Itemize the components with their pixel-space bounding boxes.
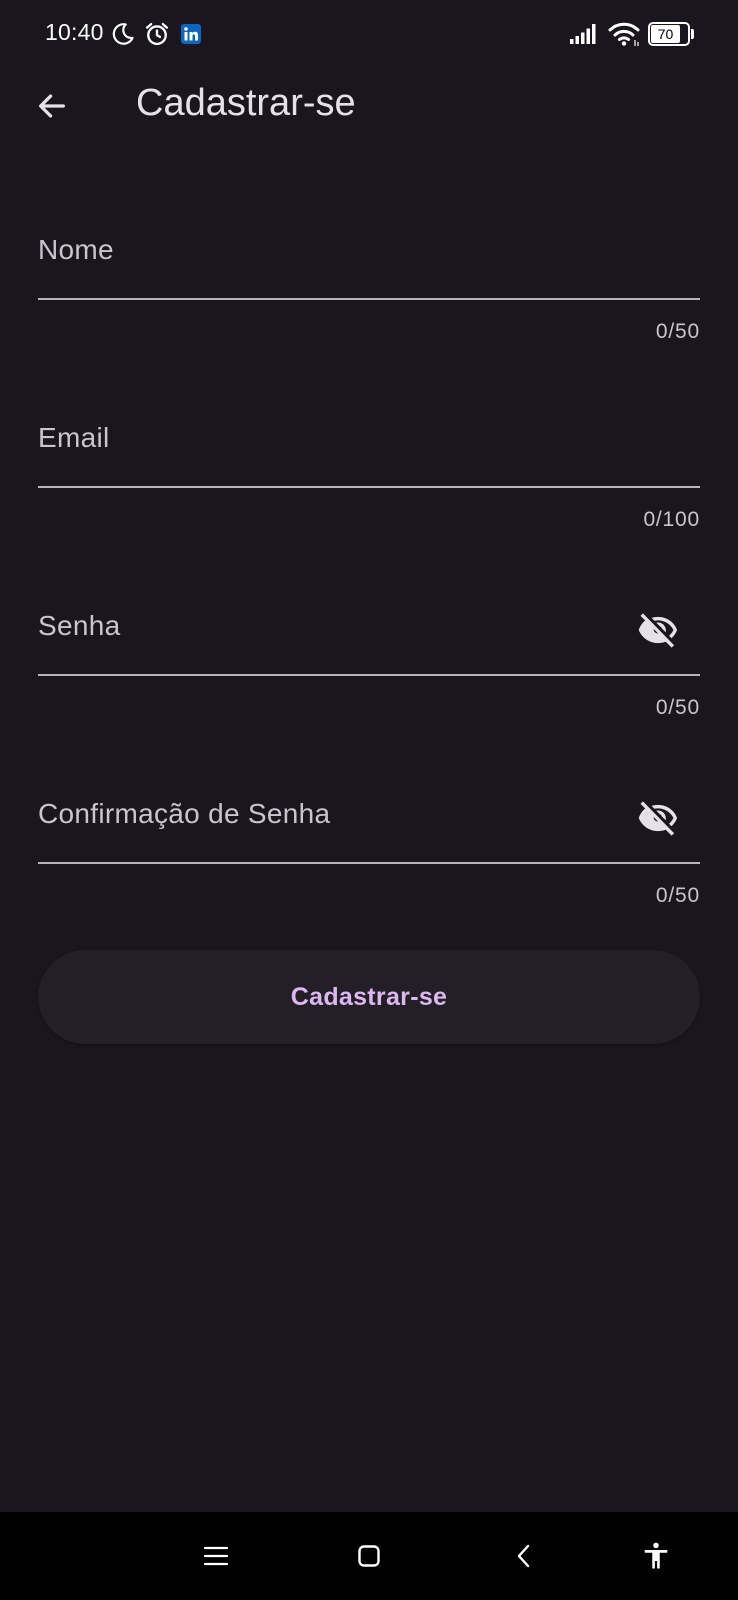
nav-back-button[interactable]	[502, 1534, 546, 1578]
wifi-icon	[608, 22, 640, 46]
name-input[interactable]	[38, 234, 704, 304]
password-input[interactable]	[38, 610, 704, 680]
email-field-underline	[38, 486, 700, 488]
alarm-icon	[145, 22, 169, 46]
menu-icon	[203, 1546, 229, 1566]
name-field: Nome 0/50	[38, 234, 704, 384]
back-icon	[517, 1544, 530, 1568]
register-button[interactable]: Cadastrar-se	[38, 950, 700, 1044]
confirm-password-char-counter: 0/50	[655, 884, 700, 907]
status-bar: 10:40 70	[0, 0, 738, 68]
password-field: Senha 0/50	[38, 610, 704, 760]
confirm-password-visibility-toggle[interactable]	[634, 794, 682, 842]
nav-home-button[interactable]	[347, 1534, 391, 1578]
accessibility-icon	[644, 1542, 668, 1569]
password-visibility-toggle[interactable]	[634, 606, 682, 654]
eye-off-icon	[638, 801, 678, 836]
confirm-password-field-underline	[38, 862, 700, 864]
confirm-password-field: Confirmação de Senha 0/50	[38, 798, 704, 948]
name-char-counter: 0/50	[655, 320, 700, 343]
linkedin-icon	[181, 24, 201, 44]
arrow-back-icon	[39, 94, 65, 118]
back-button[interactable]	[26, 80, 78, 132]
app-bar: Cadastrar-se	[0, 68, 738, 144]
nav-menu-button[interactable]	[194, 1534, 238, 1578]
eye-off-icon	[638, 613, 678, 648]
email-char-counter: 0/100	[643, 508, 700, 531]
home-icon	[358, 1545, 380, 1567]
page-title: Cadastrar-se	[136, 82, 356, 124]
email-field: Email 0/100	[38, 422, 704, 572]
nav-accessibility-button[interactable]	[634, 1534, 678, 1578]
email-input[interactable]	[38, 422, 704, 492]
status-time: 10:40	[45, 19, 104, 45]
password-char-counter: 0/50	[655, 696, 700, 719]
signal-icon	[570, 24, 596, 44]
battery-icon: 70	[648, 22, 694, 46]
name-field-underline	[38, 298, 700, 300]
confirm-password-input[interactable]	[38, 798, 704, 868]
moon-icon	[112, 23, 134, 45]
battery-level: 70	[657, 26, 674, 42]
password-field-underline	[38, 674, 700, 676]
system-navigation-bar	[0, 1512, 738, 1600]
